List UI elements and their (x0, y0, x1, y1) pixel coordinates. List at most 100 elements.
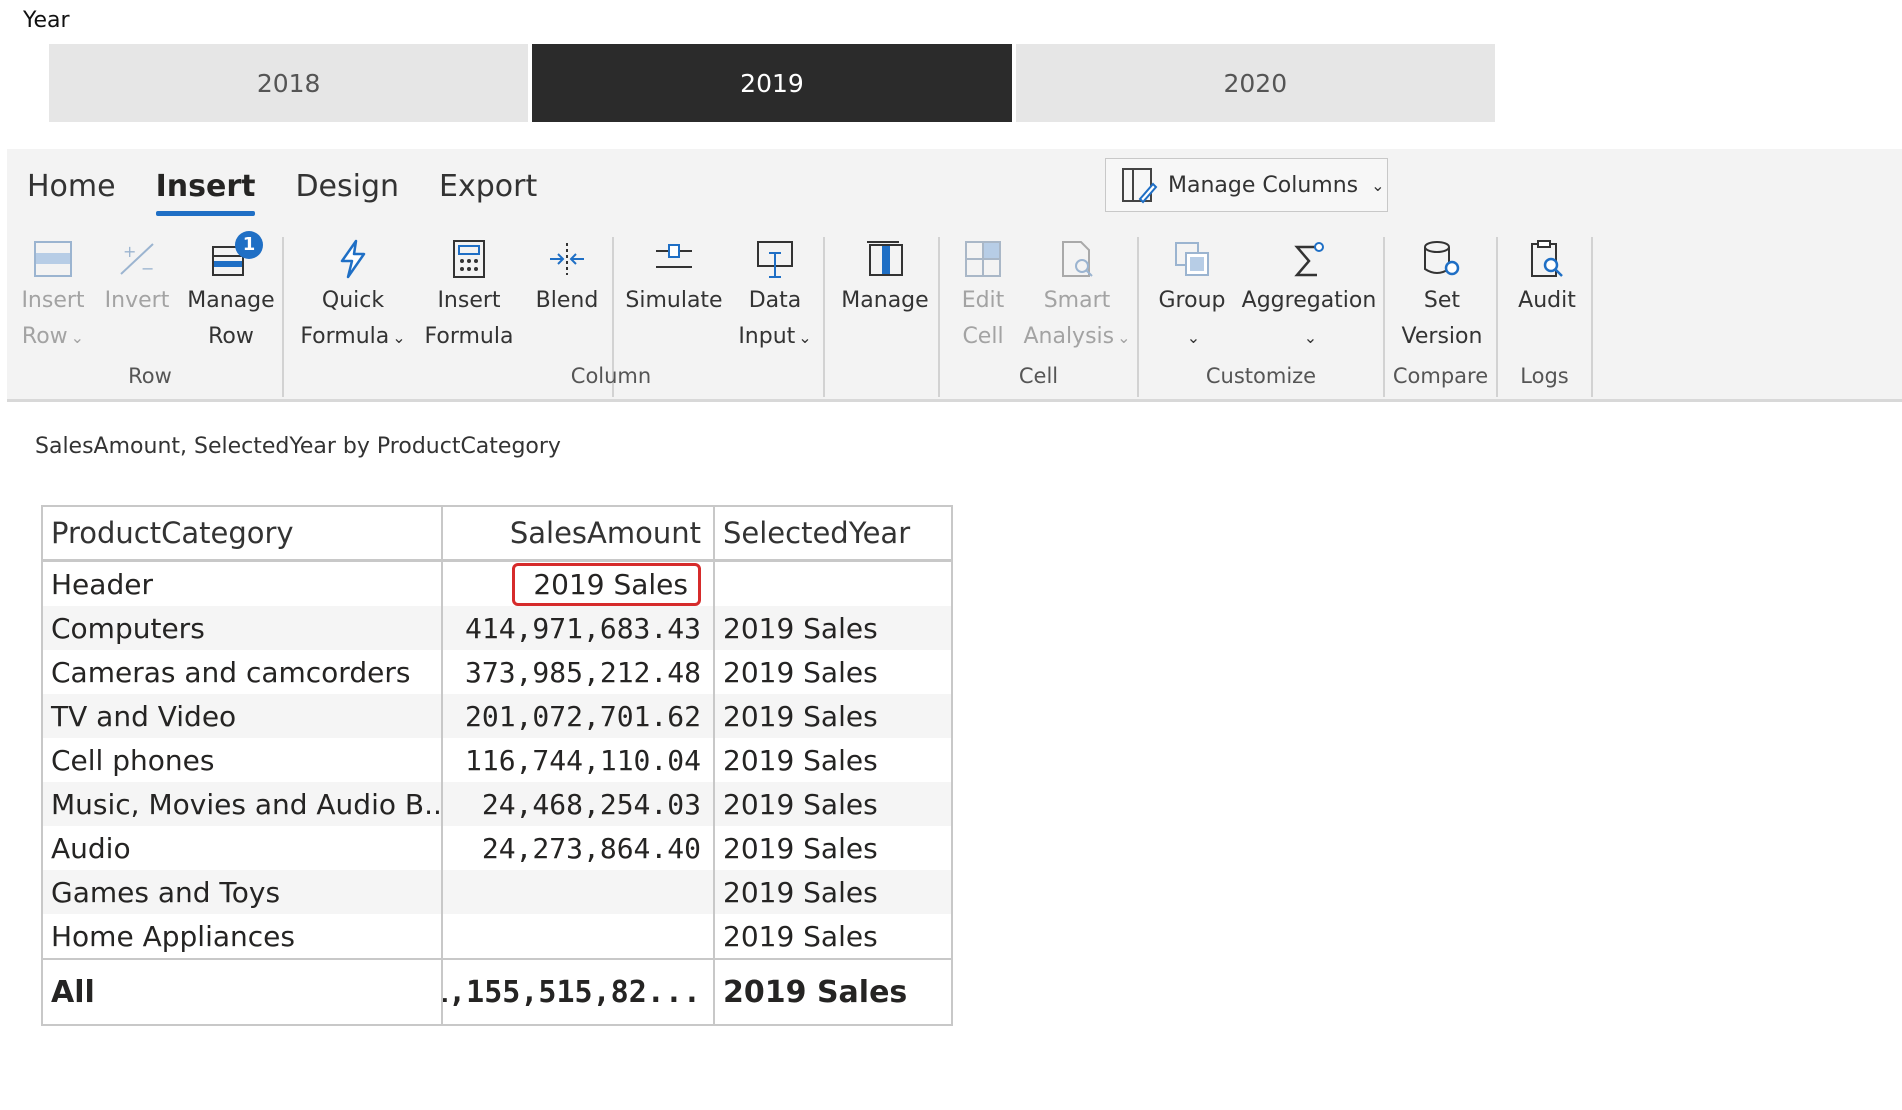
chevron-down-icon: ⌄ (1371, 175, 1385, 195)
chevron-down-icon: ⌄ (1303, 328, 1318, 347)
audit-button[interactable]: Audit (1507, 235, 1587, 319)
sales-cell: 24,273,864.40 (443, 826, 715, 870)
year-cell: 2019 Sales (723, 919, 878, 953)
aggregation-button[interactable]: Aggregation ⌄ (1239, 235, 1379, 356)
table-total-row[interactable]: All 1,155,515,82... 2019 Sales (43, 958, 951, 1024)
edit-cell-icon (947, 235, 1019, 283)
sales-cell (443, 914, 715, 958)
data-input-icon (729, 235, 821, 283)
sales-cell: 116,744,110.04 (443, 738, 715, 782)
quick-formula-button[interactable]: Quick Formula ⌄ (297, 235, 409, 356)
year-cell: 2019 Sales (723, 875, 878, 909)
blend-button[interactable]: Blend (527, 235, 607, 319)
group-label-compare: Compare (1392, 364, 1489, 388)
table-row[interactable]: Music, Movies and Audio B... 24,468,254.… (43, 782, 951, 826)
group-label-cell: Cell (1018, 364, 1059, 388)
blend-icon (527, 235, 607, 283)
insert-formula-button[interactable]: Insert Formula (417, 235, 521, 355)
category-cell: Audio (43, 826, 443, 870)
year-cell (715, 562, 951, 606)
year-cell: 2019 Sales (723, 831, 878, 865)
group-button[interactable]: Group ⌄ (1147, 235, 1237, 356)
slicer-title: Year (23, 8, 70, 33)
svg-text:+: + (123, 242, 136, 261)
column-header-salesamount[interactable]: SalesAmount (443, 507, 715, 559)
column-header-selectedyear[interactable]: SelectedYear (715, 507, 951, 559)
table-row[interactable]: Games and Toys 2019 Sales (43, 870, 951, 914)
slicer-option-2020[interactable]: 2020 (1015, 44, 1495, 122)
category-cell: TV and Video (43, 694, 443, 738)
year-cell: 2019 Sales (723, 655, 878, 689)
sigma-icon (1239, 235, 1379, 283)
chevron-down-icon: ⌄ (1117, 328, 1131, 347)
category-cell: Header (43, 562, 443, 606)
ribbon: Home Insert Design Export Manage Columns… (7, 149, 1902, 402)
total-year: 2019 Sales (723, 974, 908, 1010)
category-cell: Cameras and camcorders (43, 650, 443, 694)
invert-button[interactable]: + − Invert (103, 235, 171, 319)
year-cell: 2019 Sales (723, 699, 878, 733)
group-label-column: Column (570, 364, 652, 388)
manage-columns-icon (1122, 168, 1158, 204)
year-cell: 2019 Sales (723, 787, 878, 821)
year-cell: 2019 Sales (723, 611, 878, 645)
table-row[interactable]: Cell phones 116,744,110.04 2019 Sales (43, 738, 951, 782)
total-sales: 1,155,515,82... (443, 960, 715, 1024)
table-header-row: ProductCategory SalesAmount SelectedYear (43, 507, 951, 562)
table-row[interactable]: Home Appliances 2019 Sales (43, 914, 951, 958)
insert-row-icon (19, 235, 87, 283)
table-row[interactable]: Computers 414,971,683.43 2019 Sales (43, 606, 951, 650)
matrix-table: ProductCategory SalesAmount SelectedYear… (41, 505, 953, 1026)
ribbon-separator (1591, 237, 1593, 397)
table-row[interactable]: TV and Video 201,072,701.62 2019 Sales (43, 694, 951, 738)
slicer-option-2018[interactable]: 2018 (49, 44, 529, 122)
sales-cell: 373,985,212.48 (443, 650, 715, 694)
sales-cell: 24,468,254.03 (443, 782, 715, 826)
tab-insert[interactable]: Insert (155, 169, 255, 216)
manage-column-icon (833, 235, 937, 283)
chevron-down-icon: ⌄ (70, 328, 85, 347)
chevron-down-icon: ⌄ (1186, 328, 1201, 347)
smart-analysis-icon (1022, 235, 1132, 283)
tab-design[interactable]: Design (295, 169, 399, 210)
insert-row-button[interactable]: Insert Row ⌄ (19, 235, 87, 356)
slicer-option-2019[interactable]: 2019 (532, 44, 1012, 122)
lightning-icon (297, 235, 409, 283)
edit-cell-button[interactable]: Edit Cell (947, 235, 1019, 355)
chevron-down-icon: ⌄ (392, 328, 406, 347)
group-icon (1147, 235, 1237, 283)
table-row[interactable]: Header 2019 Sales (43, 562, 951, 606)
set-version-button[interactable]: Set Version (1392, 235, 1492, 355)
calculator-icon (417, 235, 521, 283)
manage-columns-button[interactable]: Manage Columns ⌄ (1105, 158, 1388, 212)
group-label-customize: Customize (1205, 364, 1317, 388)
manage-column-button[interactable]: Manage (833, 235, 937, 319)
manage-row-badge: 1 (235, 231, 263, 259)
data-input-button[interactable]: Data Input ⌄ (729, 235, 821, 356)
slider-icon (619, 235, 729, 283)
manage-columns-label: Manage Columns (1168, 172, 1359, 198)
visual-title: SalesAmount, SelectedYear by ProductCate… (35, 434, 561, 459)
column-header-productcategory[interactable]: ProductCategory (43, 507, 443, 559)
year-cell: 2019 Sales (723, 743, 878, 777)
table-row[interactable]: Audio 24,273,864.40 2019 Sales (43, 826, 951, 870)
invert-icon: + − (103, 235, 171, 283)
group-label-row: Row (128, 364, 172, 388)
svg-text:−: − (141, 259, 154, 278)
table-row[interactable]: Cameras and camcorders 373,985,212.48 20… (43, 650, 951, 694)
database-gear-icon (1392, 235, 1492, 283)
smart-analysis-button[interactable]: Smart Analysis ⌄ (1022, 235, 1132, 356)
category-cell: Cell phones (43, 738, 443, 782)
chevron-down-icon: ⌄ (798, 328, 812, 347)
sales-cell: 414,971,683.43 (443, 606, 715, 650)
manage-row-icon: 1 (181, 231, 281, 283)
simulate-button[interactable]: Simulate (619, 235, 729, 319)
sales-cell: 201,072,701.62 (443, 694, 715, 738)
tab-export[interactable]: Export (439, 169, 537, 210)
audit-icon (1507, 235, 1587, 283)
tab-home[interactable]: Home (27, 169, 116, 210)
sales-cell (443, 870, 715, 914)
sales-cell: 2019 Sales (443, 562, 715, 606)
highlighted-cell: 2019 Sales (512, 562, 701, 606)
manage-row-button[interactable]: 1 Manage Row (181, 231, 281, 355)
